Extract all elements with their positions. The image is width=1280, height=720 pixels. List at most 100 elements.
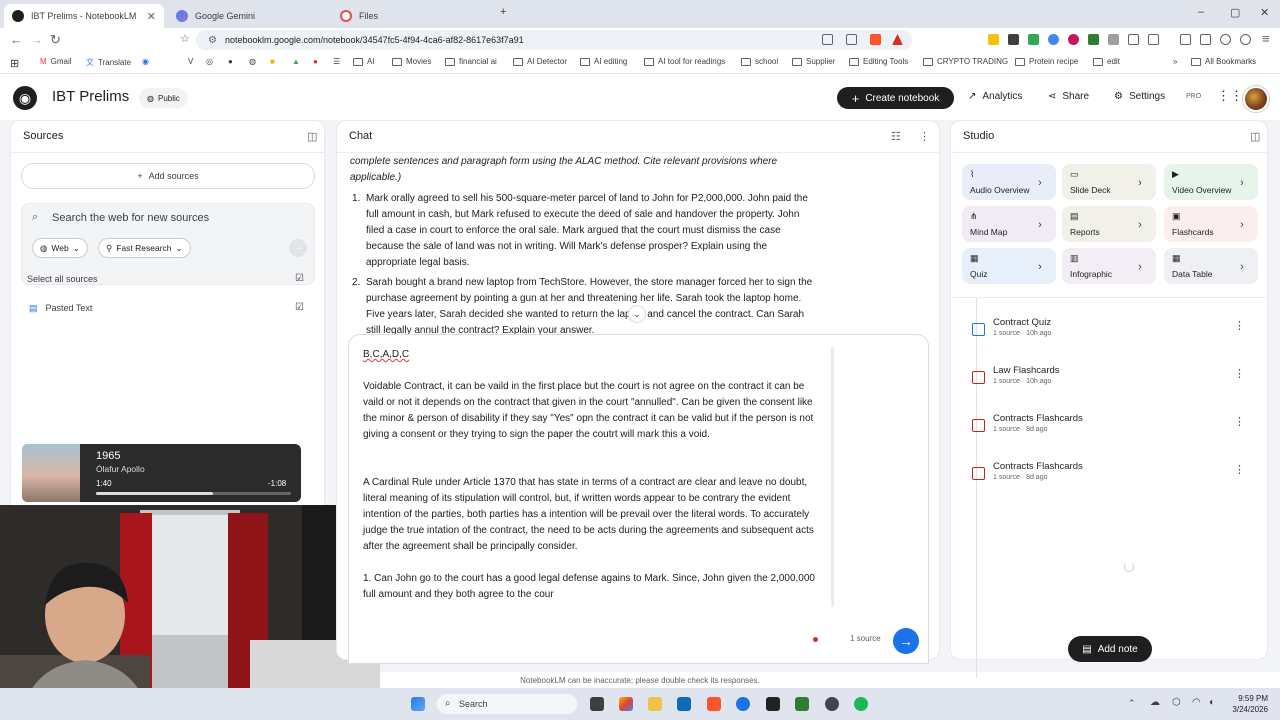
bookmark-icon-only[interactable]: ◎ <box>206 57 213 66</box>
tab-files[interactable]: Files <box>332 4 492 28</box>
studio-note-item[interactable]: Contracts Flashcards 1 source · 8d ago ⋮ <box>972 461 1248 497</box>
tab-notebooklm[interactable]: IBT Prelims - NotebookLM ✕ <box>4 4 164 28</box>
maximize-icon[interactable]: ▢ <box>1230 6 1240 19</box>
apps-grid-icon[interactable]: ⋮⋮ <box>1217 88 1243 104</box>
tray-chevron-icon[interactable]: ⌃ <box>1128 698 1136 709</box>
more-options-icon[interactable]: ⋮ <box>919 130 930 143</box>
select-all-checkbox[interactable]: ☑ <box>295 273 304 284</box>
more-options-icon[interactable]: ⋮ <box>1234 319 1245 332</box>
bookmark-translate[interactable]: 文 Translate <box>86 57 131 68</box>
studio-tile-data-table[interactable]: ▦ Data Table › <box>1164 248 1258 284</box>
web-dropdown[interactable]: ◍ Web ⌄ <box>32 238 88 258</box>
search-input[interactable]: Search the web for new sources <box>52 212 209 224</box>
studio-tile-video-overview[interactable]: ▶ Video Overview › <box>1164 164 1258 200</box>
submit-search-button[interactable]: → <box>289 239 307 257</box>
bookmark-ai-detector[interactable]: AI Detector <box>513 57 567 66</box>
bookmark-icon-only[interactable]: ■ <box>270 57 275 66</box>
chevron-right-icon[interactable]: › <box>1132 218 1148 232</box>
reading-list-icon[interactable] <box>1148 34 1159 45</box>
spotify-icon[interactable] <box>854 697 868 711</box>
capcut-icon[interactable] <box>766 697 780 711</box>
wallet-icon[interactable] <box>1200 34 1211 45</box>
create-notebook-button[interactable]: + Create notebook <box>837 87 954 109</box>
studio-note-item[interactable]: Contracts Flashcards 1 source · 8d ago ⋮ <box>972 413 1248 449</box>
tray-icon[interactable]: ⬡ <box>1172 697 1181 708</box>
share-button[interactable]: ⋖ Share <box>1048 91 1089 102</box>
volume-icon[interactable]: ◖ <box>1208 697 1214 708</box>
chevron-right-icon[interactable]: › <box>1132 176 1148 190</box>
close-window-icon[interactable]: ✕ <box>1260 6 1269 19</box>
studio-tile-mind-map[interactable]: ⋔ Mind Map › <box>962 206 1056 242</box>
tab-gemini[interactable]: Google Gemini <box>168 4 328 28</box>
bookmark-icon[interactable]: ☆ <box>180 32 190 45</box>
chevron-right-icon[interactable]: › <box>1132 260 1148 274</box>
vpn-icon[interactable] <box>1220 34 1231 45</box>
scroll-down-button[interactable]: ⌄ <box>628 305 646 323</box>
site-info-icon[interactable]: ⚙ <box>208 35 217 46</box>
install-icon[interactable] <box>822 34 833 45</box>
extension-icon[interactable] <box>1048 34 1059 45</box>
extension-icon[interactable] <box>988 34 999 45</box>
back-icon[interactable]: ← <box>10 32 23 47</box>
bookmark-icon-only[interactable]: ◉ <box>142 57 149 66</box>
more-options-icon[interactable]: ⋮ <box>1234 367 1245 380</box>
bookmark-icon-only[interactable]: ● <box>228 57 233 66</box>
chevron-right-icon[interactable]: › <box>1234 176 1250 190</box>
share-page-icon[interactable] <box>846 34 857 45</box>
studio-tile-slide-deck[interactable]: ▭ Slide Deck › <box>1062 164 1156 200</box>
source-checkbox[interactable]: ☑ <box>295 302 304 313</box>
studio-note-item[interactable]: Law Flashcards 1 source · 10h ago ⋮ <box>972 365 1248 401</box>
collapse-panel-icon[interactable]: ◫ <box>307 130 317 143</box>
bookmark-icon-only[interactable]: ▲ <box>292 57 300 66</box>
studio-note-item[interactable]: Contract Quiz 1 source · 10h ago ⋮ <box>972 317 1248 353</box>
extensions-puzzle-icon[interactable] <box>1128 34 1139 45</box>
bookmark-supplier[interactable]: Supplier <box>792 57 835 66</box>
progress-track[interactable] <box>96 492 291 495</box>
minimize-icon[interactable]: – <box>1198 6 1204 18</box>
chevron-right-icon[interactable]: › <box>1234 218 1250 232</box>
bookmark-icon-only[interactable]: ● <box>313 57 318 66</box>
media-player-widget[interactable]: 1965 Ólafur Apollo 1:40 -1:08 <box>22 444 301 502</box>
public-button[interactable]: ◍ Public <box>139 88 188 108</box>
extension-icon[interactable] <box>1068 34 1079 45</box>
cloud-icon[interactable]: ☁ <box>1150 697 1160 708</box>
studio-tile-audio-overview[interactable]: ⌇ Audio Overview › <box>962 164 1056 200</box>
more-bookmarks-icon[interactable]: » <box>1173 57 1177 66</box>
copilot-icon[interactable] <box>619 697 633 711</box>
more-options-icon[interactable]: ⋮ <box>1234 463 1245 476</box>
extension-icon[interactable] <box>1028 34 1039 45</box>
bookmark-financial-ai[interactable]: financial ai <box>445 57 497 66</box>
notebooklm-logo-icon[interactable]: ◉ <box>13 86 37 110</box>
bookmark-editing-tools[interactable]: Editing Tools <box>849 57 908 66</box>
wifi-icon[interactable]: ◠ <box>1192 697 1201 708</box>
task-view-icon[interactable] <box>590 697 604 711</box>
chevron-right-icon[interactable]: › <box>1032 176 1048 190</box>
menu-icon[interactable]: ≡ <box>1262 31 1270 46</box>
close-tab-icon[interactable]: ✕ <box>147 10 156 23</box>
chat-input-area[interactable]: B,C,A,D,C Voidable Contract, it can be v… <box>348 334 929 664</box>
bookmark-icon-only[interactable]: ◍ <box>249 57 256 66</box>
all-bookmarks[interactable]: All Bookmarks <box>1191 57 1256 66</box>
new-tab-icon[interactable]: + <box>500 6 506 18</box>
reload-icon[interactable]: ↻ <box>50 32 61 48</box>
browser-icon[interactable] <box>736 697 750 711</box>
tune-icon[interactable]: ☷ <box>891 130 901 143</box>
chevron-right-icon[interactable]: › <box>1032 260 1048 274</box>
bookmark-crypto[interactable]: CRYPTO TRADING <box>923 57 1008 66</box>
send-button[interactable]: → <box>893 628 919 654</box>
settings-button[interactable]: ⚙ Settings <box>1114 91 1165 102</box>
chevron-right-icon[interactable]: › <box>1234 260 1250 274</box>
scrollbar[interactable] <box>831 347 834 607</box>
sidebar-icon[interactable] <box>1180 34 1191 45</box>
brave-shield-icon[interactable] <box>870 34 881 45</box>
taskbar-clock[interactable]: 9:59 PM 3/24/2026 <box>1218 693 1268 715</box>
extension-icon[interactable] <box>1088 34 1099 45</box>
bookmark-edit[interactable]: edit <box>1093 57 1120 66</box>
profile-icon[interactable] <box>1240 34 1251 45</box>
studio-tile-quiz[interactable]: ▦ Quiz › <box>962 248 1056 284</box>
bookmark-movies[interactable]: Movies <box>392 57 431 66</box>
add-note-button[interactable]: ▤ Add note <box>1068 636 1152 662</box>
taskbar-search[interactable]: ⌕ Search <box>437 694 577 714</box>
research-mode-dropdown[interactable]: ⚲ Fast Research ⌄ <box>98 238 191 258</box>
start-icon[interactable] <box>411 697 425 711</box>
